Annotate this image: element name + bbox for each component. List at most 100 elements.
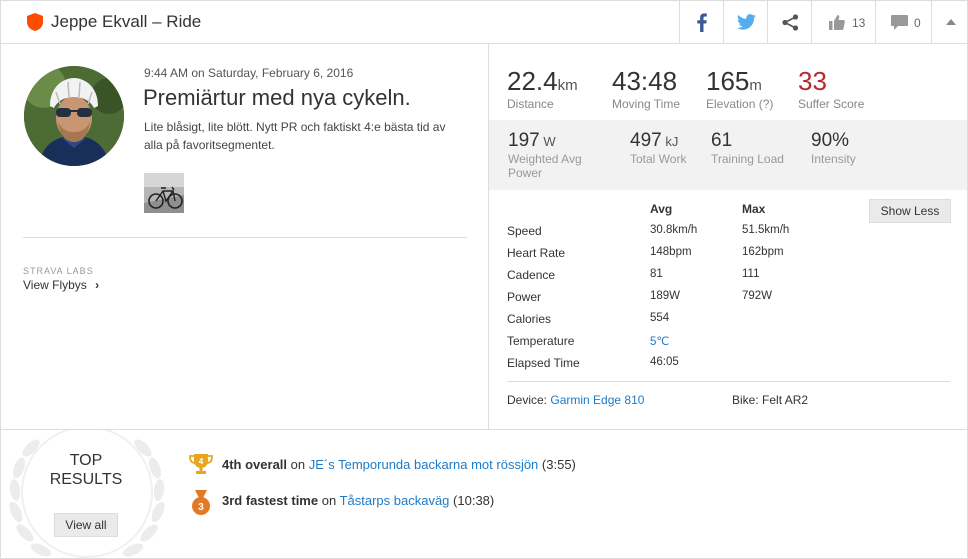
stat-suffer-score: 33 Suffer Score (798, 66, 864, 111)
stat-intensity: 90% Intensity (811, 130, 856, 166)
top-results-line2: RESULTS (49, 471, 123, 488)
activity-stats-panel: 22.4km Distance 43:48 Moving Time 165m E… (489, 44, 968, 430)
cadence-max: 111 (742, 268, 760, 280)
divider (23, 237, 467, 238)
share-icon (782, 14, 799, 31)
speed-max: 51.5km/h (742, 224, 790, 236)
kudos-count: 13 (852, 16, 866, 30)
weighted-power-value: 197 (508, 130, 540, 151)
row-label-elapsed-time: Elapsed Time (507, 356, 580, 370)
facebook-share-button[interactable] (679, 1, 723, 44)
intensity-label: Intensity (811, 152, 856, 166)
caret-up-icon (946, 19, 956, 25)
achievement-on: on (290, 457, 306, 472)
elevation-help-link[interactable]: Elevation (?) (706, 97, 773, 111)
row-label-cadence: Cadence (507, 268, 556, 282)
trophy-icon: 4 (189, 454, 213, 474)
training-load-label: Training Load (711, 152, 784, 166)
moving-time-value: 43:48 (612, 66, 678, 96)
facebook-icon (697, 13, 707, 32)
heart-rate-avg: 148bpm (650, 246, 692, 258)
stat-training-load: 61 Training Load (711, 130, 784, 166)
page-title: Jeppe Ekvall – Ride (51, 12, 202, 31)
row-label-temperature: Temperature (507, 334, 575, 348)
achievement-time: (3:55) (541, 457, 576, 472)
speed-avg: 30.8km/h (650, 224, 698, 236)
activity-date: 9:44 AM on Saturday, February 6, 2016 (144, 66, 354, 80)
details-divider (507, 381, 950, 382)
suffer-score-label: Suffer Score (798, 97, 865, 111)
activity-header: Jeppe Ekvall – Ride 13 0 (0, 0, 968, 44)
achievement-on: on (321, 493, 337, 508)
max-column-header: Max (742, 202, 766, 216)
power-max: 792W (742, 290, 773, 302)
power-avg: 189W (650, 290, 681, 302)
comment-icon (891, 15, 908, 30)
segment-link[interactable]: JE´s Temporunda backarna mot rössjön (309, 457, 539, 472)
stat-elevation: 165m Elevation (?) (706, 66, 773, 111)
row-label-power: Power (507, 290, 542, 304)
top-results-line1: TOP (69, 452, 103, 469)
stat-total-work: 497 kJ Total Work (630, 130, 686, 166)
calories-avg: 554 (650, 312, 670, 324)
row-label-calories: Calories (507, 312, 552, 326)
elapsed-time-avg: 46:05 (650, 356, 679, 368)
weighted-power-label: Weighted Avg Power (508, 152, 582, 180)
total-work-value: 497 (630, 130, 662, 151)
top-results-section: TOP RESULTS View all 4 4th overall on JE… (0, 430, 968, 559)
device-label: Device: (507, 393, 548, 407)
twitter-share-button[interactable] (723, 1, 767, 44)
secondary-stats-band: 197 W Weighted Avg Power 497 kJ Total Wo… (489, 120, 967, 190)
activity-photo-thumbnail[interactable] (144, 173, 184, 213)
medal-number: 3 (198, 502, 204, 513)
cadence-avg: 81 (650, 268, 663, 280)
moving-time-label: Moving Time (612, 97, 681, 111)
device-info: Device: Garmin Edge 810 (507, 393, 644, 407)
comments-button[interactable]: 0 (875, 1, 931, 44)
twitter-icon (737, 14, 756, 30)
share-button[interactable] (767, 1, 811, 44)
avg-column-header: Avg (650, 202, 673, 216)
strava-shield-icon (27, 13, 43, 31)
view-all-button[interactable]: View all (54, 513, 118, 537)
top-results-heading: TOP RESULTS (41, 451, 131, 489)
bike-photo (144, 173, 184, 213)
stat-distance: 22.4km Distance (507, 66, 578, 111)
device-link[interactable]: Garmin Edge 810 (550, 393, 644, 407)
total-work-label: Total Work (630, 152, 687, 166)
kudos-button[interactable]: 13 (811, 1, 875, 44)
elevation-unit: m (749, 77, 762, 94)
row-label-heart-rate: Heart Rate (507, 246, 566, 260)
row-label-speed: Speed (507, 224, 542, 238)
strava-labs-label: STRAVA LABS (23, 266, 94, 276)
distance-value: 22.4 (507, 66, 558, 96)
show-less-button[interactable]: Show Less (869, 199, 951, 223)
view-flybys-label: View Flybys (23, 278, 87, 292)
temperature-avg-link[interactable]: 5℃ (650, 334, 669, 348)
bike-info: Bike: Felt AR2 (732, 393, 808, 407)
distance-label: Distance (507, 97, 554, 111)
total-work-unit: kJ (665, 134, 679, 149)
bronze-medal-icon: 3 (192, 490, 210, 515)
heart-rate-max: 162bpm (742, 246, 784, 258)
laurel-wreath-icon (9, 430, 165, 558)
suffer-score-value: 33 (798, 66, 827, 96)
achievement-time: (10:38) (453, 493, 495, 508)
avatar[interactable] (24, 66, 124, 166)
activity-description: Lite blåsigt, lite blött. Nytt PR och fa… (144, 120, 446, 152)
intensity-value: 90% (811, 130, 850, 151)
segment-link[interactable]: Tåstarps backaväg (340, 493, 450, 508)
comment-count: 0 (914, 16, 921, 30)
activity-summary-panel: 9:44 AM on Saturday, February 6, 2016 Pr… (0, 44, 489, 430)
svg-text:4: 4 (199, 457, 204, 466)
stat-moving-time: 43:48 Moving Time (612, 66, 680, 111)
achievement-rank: 3rd fastest time (222, 493, 319, 508)
achievement-rank: 4th overall (222, 457, 288, 472)
achievement-row: 3rd fastest time on Tåstarps backaväg (1… (222, 493, 494, 508)
achievement-row: 4th overall on JE´s Temporunda backarna … (222, 457, 576, 472)
view-flybys-link[interactable]: View Flybys › (23, 278, 99, 292)
collapse-button[interactable] (931, 1, 968, 44)
activity-title: Premiärtur med nya cykeln. (143, 85, 411, 110)
bike-label: Bike: (732, 393, 759, 407)
weighted-power-unit: W (543, 134, 556, 149)
